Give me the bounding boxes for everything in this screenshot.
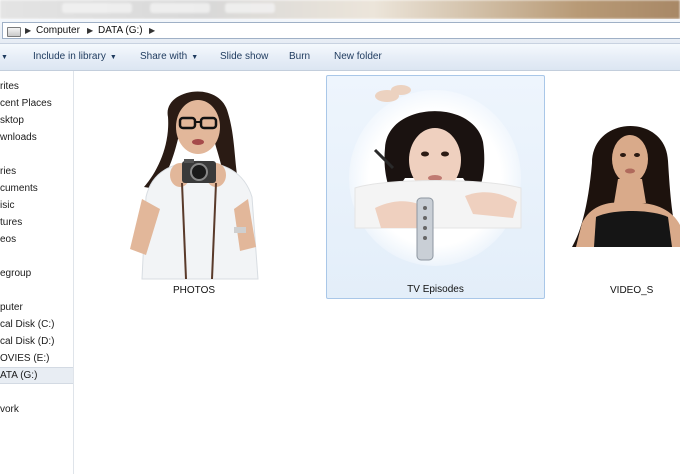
nav-item-movies-e[interactable]: OVIES (E:) <box>0 351 49 366</box>
nav-item-documents[interactable]: cuments <box>0 181 38 196</box>
nav-item-homegroup[interactable]: egroup <box>0 266 31 281</box>
nav-item-music[interactable]: isic <box>0 198 14 213</box>
photo-thumbnail-icon <box>130 91 259 280</box>
folder-tile-video[interactable]: VIDEO_S <box>570 77 680 299</box>
address-box[interactable]: ▶ Computer ▶ DATA (G:) ▶ <box>2 22 680 39</box>
photo-thumbnail-icon <box>572 125 680 247</box>
nav-item-desktop[interactable]: sktop <box>0 113 24 128</box>
slide-show-button[interactable]: Slide show <box>220 51 268 63</box>
navigation-pane: rites cent Places sktop wnloads ries cum… <box>0 71 74 474</box>
nav-item-computer[interactable]: puter <box>0 300 23 315</box>
folder-tile-photos[interactable]: PHOTOS <box>124 77 264 299</box>
nav-item-videos[interactable]: eos <box>0 232 16 247</box>
nav-item-libraries[interactable]: ries <box>0 164 16 179</box>
folder-label: PHOTOS <box>172 285 216 296</box>
drive-icon <box>7 27 21 37</box>
include-in-library-button[interactable]: Include in library ▼ <box>33 51 117 64</box>
burn-button[interactable]: Burn <box>289 51 310 63</box>
nav-item-recent-places[interactable]: cent Places <box>0 96 52 111</box>
folder-tile-tv-episodes[interactable]: TV Episodes <box>326 75 545 299</box>
nav-item-local-disk-c[interactable]: cal Disk (C:) <box>0 317 54 332</box>
breadcrumb-computer[interactable]: Computer <box>36 24 80 38</box>
folder-label: TV Episodes <box>407 284 464 295</box>
nav-item-downloads[interactable]: wnloads <box>0 130 37 145</box>
address-bar: ▶ Computer ▶ DATA (G:) ▶ <box>0 19 680 44</box>
chevron-right-icon[interactable]: ▶ <box>149 24 155 38</box>
share-with-label: Share with <box>140 51 188 62</box>
organize-dropdown-caret[interactable]: ▼ <box>1 51 8 64</box>
nav-item-data-g[interactable]: ATA (G:) <box>0 367 73 384</box>
nav-item-favorites[interactable]: rites <box>0 79 19 94</box>
include-in-library-label: Include in library <box>33 51 106 62</box>
new-folder-button[interactable]: New folder <box>334 51 382 63</box>
nav-item-local-disk-d[interactable]: cal Disk (D:) <box>0 334 54 349</box>
nav-item-pictures[interactable]: tures <box>0 215 22 230</box>
chevron-right-icon[interactable]: ▶ <box>87 24 93 38</box>
nav-item-network[interactable]: vork <box>0 402 19 417</box>
share-with-button[interactable]: Share with ▼ <box>140 51 198 64</box>
folder-label: VIDEO_S <box>610 285 654 296</box>
background-window-strip <box>0 0 680 19</box>
photo-thumbnail-icon <box>349 85 522 266</box>
breadcrumb-data-drive[interactable]: DATA (G:) <box>98 24 143 38</box>
chevron-down-icon: ▼ <box>191 54 199 61</box>
chevron-right-icon[interactable]: ▶ <box>25 24 31 38</box>
command-bar: ▼ Include in library ▼ Share with ▼ Slide … <box>0 44 680 71</box>
chevron-down-icon: ▼ <box>109 54 117 61</box>
file-list: PHOTOS TV Episodes VIDEO_S <box>74 71 680 474</box>
